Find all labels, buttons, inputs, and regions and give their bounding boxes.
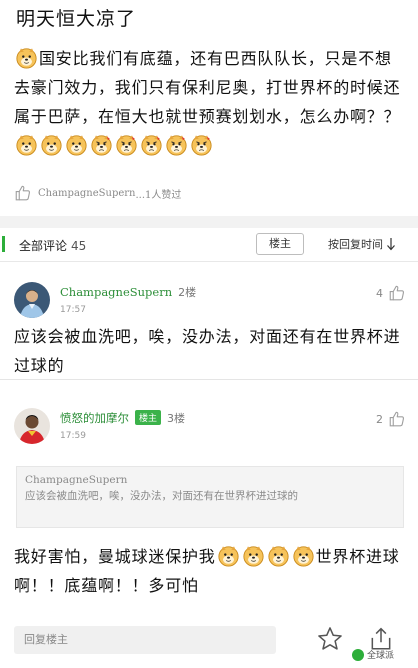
comment-username[interactable]: ChampagneSupern 2楼	[60, 284, 196, 300]
username-text[interactable]: ChampagneSupern	[60, 285, 172, 299]
reply-input[interactable]: 回复楼主	[14, 626, 276, 654]
like-count: 4	[376, 286, 383, 300]
thumbs-up-icon[interactable]	[388, 410, 406, 428]
doge-emoji-icon	[15, 47, 38, 69]
all-comments-text: 全部评论	[19, 239, 68, 253]
post-likes-row[interactable]: ChampagneSupern ...1人赞过	[14, 184, 181, 202]
comment-time: 17:57	[60, 305, 86, 315]
comment-time: 17:59	[60, 431, 86, 441]
post-body-text: 国安比我们有底蕴，还有巴西队队长，只是不想去豪门效力，我们只有保利尼奥，打世界杯…	[14, 49, 401, 126]
floor-number: 2楼	[178, 286, 197, 299]
username-text[interactable]: 愤怒的加摩尔	[60, 411, 129, 425]
doge-emoji-icon	[292, 545, 315, 567]
avatar[interactable]	[14, 408, 50, 444]
like-count: 2	[376, 412, 383, 426]
post-body: 国安比我们有底蕴，还有巴西队队长，只是不想去豪门效力，我们只有保利尼奥，打世界杯…	[14, 44, 406, 160]
comment-item: ChampagneSupern 2楼 17:57 4 应该会被血洗吧，唉，没办法，…	[0, 272, 418, 380]
comments-header: 全部评论 45 楼主 按回复时间	[0, 228, 418, 262]
angry-doge-emoji-icon	[90, 134, 113, 156]
all-comments-label: 全部评论 45	[19, 237, 86, 254]
sort-label: 按回复时间	[328, 238, 383, 251]
quoted-text: 应该会被血洗吧，唉，没办法，对面还有在世界杯进过球的	[25, 490, 298, 502]
section-accent-bar	[2, 236, 5, 252]
sort-button[interactable]: 按回复时间	[328, 236, 396, 252]
doge-emoji-icon	[65, 134, 88, 156]
likes-user: ChampagneSupern	[38, 187, 136, 199]
thumbs-up-icon[interactable]	[388, 284, 406, 302]
doge-emoji-icon	[15, 134, 38, 156]
section-divider	[0, 216, 418, 228]
doge-emoji-icon	[242, 545, 265, 567]
comment-count: 45	[71, 239, 87, 253]
quoted-comment[interactable]: ChampagneSupern 应该会被血洗吧，唉，没办法，对面还有在世界杯进过…	[16, 466, 404, 528]
comment-like-button[interactable]: 2	[376, 410, 406, 428]
likes-suffix: ...1人赞过	[135, 189, 182, 201]
angry-doge-emoji-icon	[140, 134, 163, 156]
avatar[interactable]	[14, 282, 50, 318]
angry-doge-emoji-icon	[190, 134, 213, 156]
doge-emoji-icon	[217, 545, 240, 567]
floor-number: 3楼	[167, 412, 186, 425]
owner-badge: 楼主	[135, 410, 162, 425]
watermark-logo-icon	[352, 648, 364, 661]
comment-text: 我好害怕，曼城球迷保护我 世界杯进球啊！！底蕴啊！！多可怕	[14, 542, 406, 600]
post-title: 明天恒大凉了	[16, 8, 137, 30]
thumbs-up-icon[interactable]	[14, 184, 32, 202]
comment-item: 愤怒的加摩尔 楼主 3楼 17:59 2 ChampagneSupern 应该会被血…	[0, 398, 418, 612]
owner-only-button[interactable]: 楼主	[256, 233, 304, 255]
angry-doge-emoji-icon	[165, 134, 188, 156]
comment-username[interactable]: 愤怒的加摩尔 楼主 3楼	[60, 410, 185, 426]
quoted-username: ChampagneSupern	[25, 474, 128, 486]
bottom-bar: 回复楼主	[0, 622, 418, 668]
comment-like-button[interactable]: 4	[376, 284, 406, 302]
watermark: 全球派	[352, 648, 394, 661]
angry-doge-emoji-icon	[115, 134, 138, 156]
comment-text-part: 我好害怕，曼城球迷保护我	[14, 547, 216, 566]
watermark-text: 全球派	[367, 651, 395, 661]
doge-emoji-icon	[267, 545, 290, 567]
star-icon[interactable]	[316, 625, 344, 653]
comment-text: 应该会被血洗吧，唉，没办法，对面还有在世界杯进过球的	[14, 327, 401, 375]
doge-emoji-icon	[40, 134, 63, 156]
arrow-down-icon	[387, 238, 395, 251]
